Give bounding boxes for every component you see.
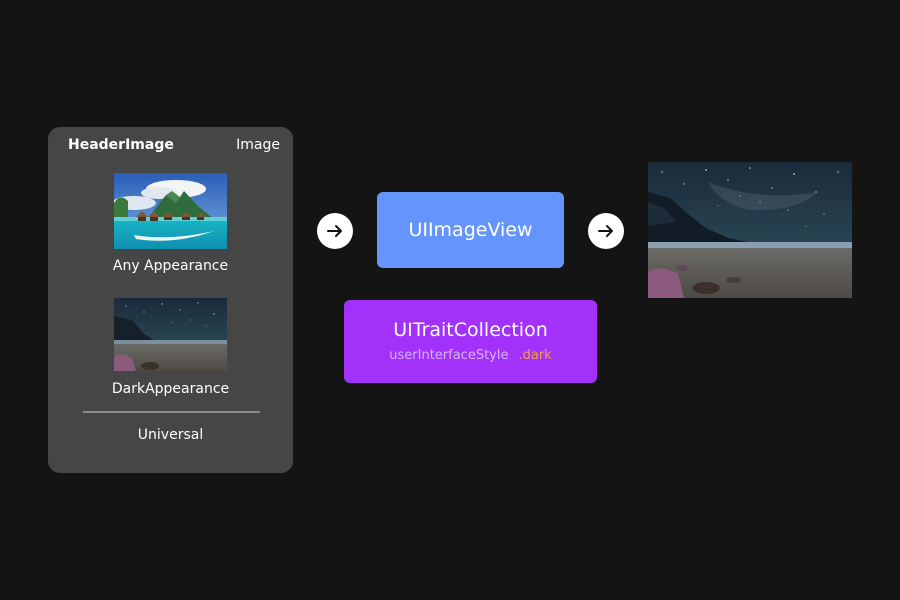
uiimageview-box: UIImageView	[377, 192, 564, 268]
any-appearance-label: Any Appearance	[112, 258, 229, 274]
dark-appearance-label: DarkAppearance	[111, 381, 230, 397]
trait-property-row: userInterfaceStyle .dark	[344, 348, 597, 363]
any-appearance-thumbnail[interactable]	[114, 173, 227, 249]
arrow-right-icon	[317, 213, 353, 249]
uitraitcollection-title: UITraitCollection	[393, 319, 548, 341]
trait-property-name: userInterfaceStyle	[389, 348, 509, 363]
uitraitcollection-box: UITraitCollection userInterfaceStyle .dar…	[344, 300, 597, 383]
universal-label: Universal	[137, 427, 204, 443]
image-asset-panel: HeaderImage Image Any Appearance DarkApp…	[48, 127, 293, 473]
resolved-image	[648, 162, 852, 298]
asset-name: HeaderImage	[68, 137, 174, 153]
asset-type-label: Image	[236, 137, 280, 153]
uiimageview-label: UIImageView	[408, 219, 533, 241]
arrow-right-icon	[588, 213, 624, 249]
divider	[83, 411, 260, 413]
trait-property-value: .dark	[518, 348, 552, 363]
dark-appearance-thumbnail[interactable]	[114, 298, 227, 371]
